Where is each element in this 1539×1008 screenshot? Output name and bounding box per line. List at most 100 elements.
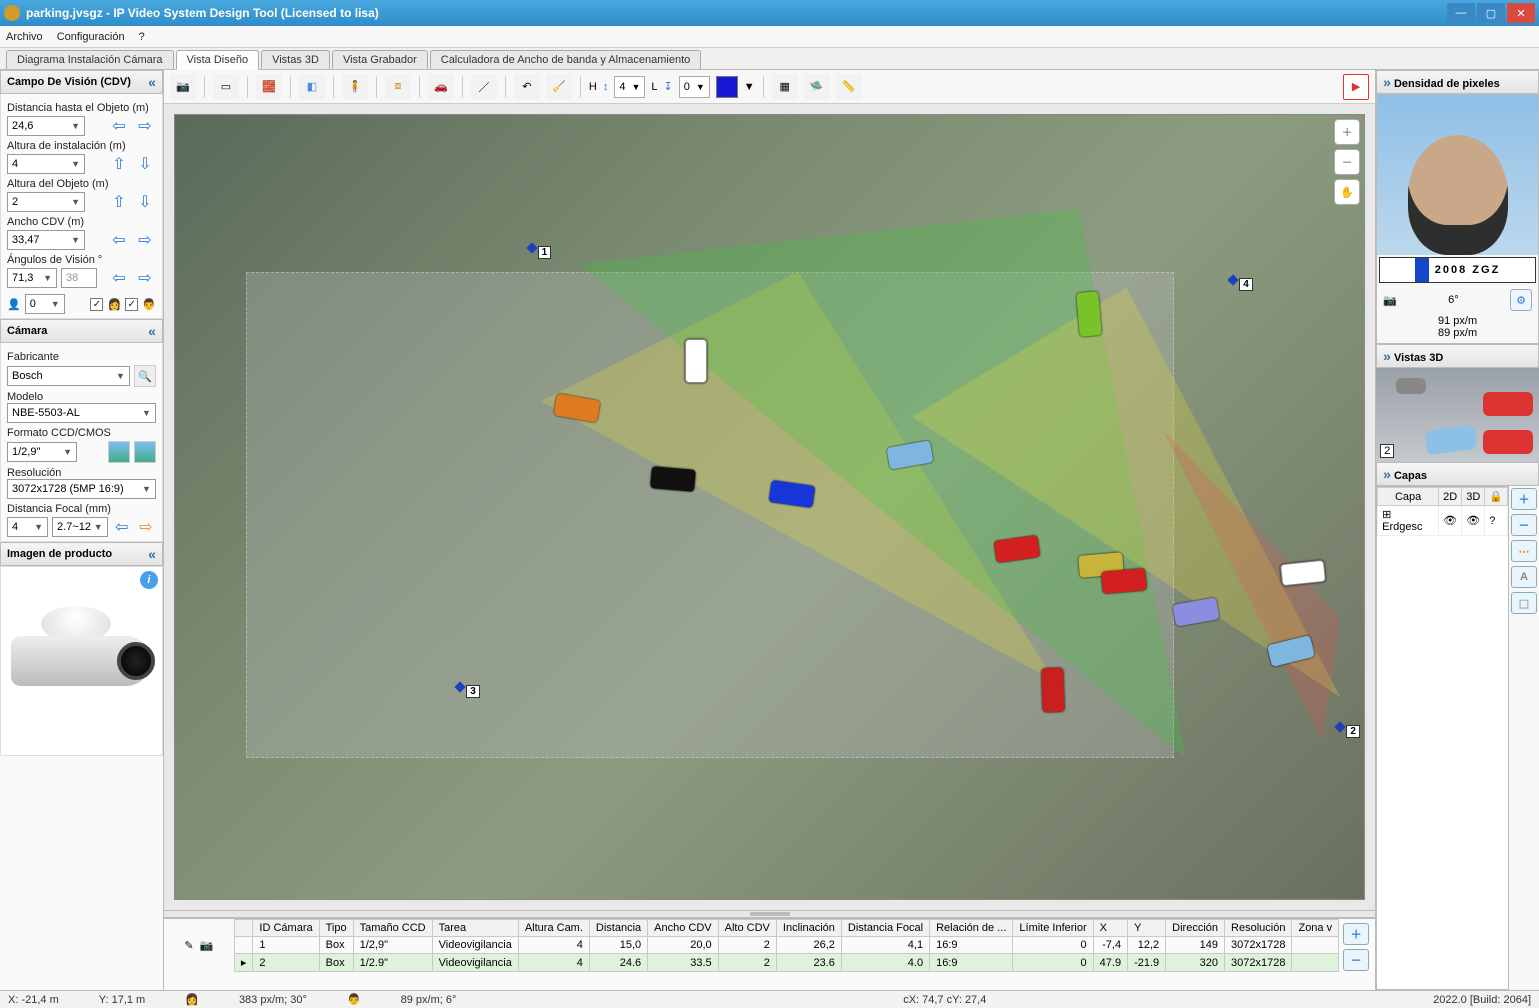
aspect-wide-icon[interactable] <box>108 441 130 463</box>
check-female-icon[interactable]: ✓ <box>90 298 103 311</box>
height-up-icon[interactable]: ⇧ <box>108 154 130 174</box>
views3d-header[interactable]: » Vistas 3D <box>1376 344 1539 368</box>
angle-left-icon[interactable]: ⇦ <box>108 268 130 288</box>
remove-row-button[interactable]: － <box>1343 949 1369 971</box>
eye-2d-icon[interactable]: 👁 <box>1439 506 1462 536</box>
fov-width-input[interactable]: 33,47▼ <box>7 230 85 250</box>
youtube-icon[interactable]: ▶ <box>1343 74 1369 100</box>
layers-header[interactable]: » Capas <box>1376 462 1539 486</box>
table-header[interactable]: Dirección <box>1166 920 1225 937</box>
search-db-icon[interactable]: 🔍 <box>134 365 156 387</box>
focal1-combo[interactable]: 4▼ <box>7 517 48 537</box>
table-row[interactable]: 1Box1/2,9"Videovigilancia415,020,0226,24… <box>234 937 1338 954</box>
zoom-in-icon[interactable]: ＋ <box>1334 119 1360 145</box>
check-male-icon[interactable]: ✓ <box>125 298 138 311</box>
angle2-input[interactable]: 38 <box>61 268 97 288</box>
objh-up-icon[interactable]: ⇧ <box>108 192 130 212</box>
zoom-out-icon[interactable]: － <box>1334 149 1360 175</box>
row-tool-1-icon[interactable]: ✎ <box>184 939 193 952</box>
add-camera-icon[interactable]: 📷 <box>170 74 196 100</box>
camera-label[interactable]: 2 <box>1346 725 1360 738</box>
l-value-combo[interactable]: 0▼ <box>679 76 710 98</box>
layer-text-button[interactable]: A <box>1511 566 1537 588</box>
fov-panel-header[interactable]: Campo De Visión (CDV) « <box>0 70 163 94</box>
camera-table[interactable]: ID CámaraTipoTamaño CCDTareaAltura Cam. D… <box>234 919 1339 972</box>
h-value-combo[interactable]: 4▼ <box>614 76 645 98</box>
width-left-icon[interactable]: ⇦ <box>108 230 130 250</box>
clear-icon[interactable]: 🧹 <box>546 74 572 100</box>
table-header[interactable]: Tipo <box>319 920 353 937</box>
minimize-button[interactable]: — <box>1447 3 1475 23</box>
menu-help[interactable]: ? <box>139 31 145 43</box>
menu-config[interactable]: Configuración <box>57 31 125 43</box>
layer-remove-button[interactable]: － <box>1511 514 1537 536</box>
table-row[interactable]: ▸2Box1/2.9"Videovigilancia424.633.5223.6… <box>234 954 1338 972</box>
table-header[interactable]: Tarea <box>432 920 518 937</box>
table-header[interactable]: Resolución <box>1225 920 1292 937</box>
table-header[interactable]: Inclinación <box>776 920 841 937</box>
objh-down-icon[interactable]: ⇩ <box>134 192 156 212</box>
width-right-icon[interactable]: ⇨ <box>134 230 156 250</box>
distance-left-icon[interactable]: ⇦ <box>108 116 130 136</box>
focal-right-icon[interactable]: ⇨ <box>136 517 156 537</box>
pan-hand-icon[interactable]: ✋ <box>1334 179 1360 205</box>
add-row-button[interactable]: ＋ <box>1343 923 1369 945</box>
tab-install-diagram[interactable]: Diagrama Instalación Cámara <box>6 50 174 69</box>
car-object[interactable] <box>1076 291 1102 337</box>
add-wall-icon[interactable]: 🧱 <box>256 74 282 100</box>
settings-icon[interactable]: ⚙ <box>1510 289 1532 311</box>
table-header[interactable]: X <box>1093 920 1127 937</box>
tab-3d-views[interactable]: Vistas 3D <box>261 50 330 69</box>
resolution-combo[interactable]: 3072x1728 (5MP 16:9)▼ <box>7 479 156 499</box>
menu-file[interactable]: Archivo <box>6 31 43 43</box>
tab-bandwidth-calc[interactable]: Calculadora de Ancho de banda y Almacena… <box>430 50 702 69</box>
aspect-std-icon[interactable] <box>134 441 156 463</box>
table-header[interactable]: Y <box>1128 920 1166 937</box>
layer-more-button[interactable]: ⋯ <box>1511 540 1537 562</box>
distance-right-icon[interactable]: ⇨ <box>134 116 156 136</box>
row-tool-2-icon[interactable]: 📷 <box>200 939 214 952</box>
maker-combo[interactable]: Bosch▼ <box>7 366 130 386</box>
sensor-combo[interactable]: 1/2,9"▼ <box>7 442 77 462</box>
info-icon[interactable]: i <box>140 571 158 589</box>
expand-icon[interactable]: ⊞ <box>1382 509 1391 521</box>
table-header[interactable]: Distancia Focal <box>841 920 929 937</box>
table-header[interactable]: Ancho CDV <box>648 920 718 937</box>
person-count-input[interactable]: 0▼ <box>25 294 65 314</box>
object-height-input[interactable]: 2▼ <box>7 192 85 212</box>
table-header[interactable]: Relación de ... <box>930 920 1013 937</box>
undo-icon[interactable]: ↶ <box>514 74 540 100</box>
camera-label[interactable]: 4 <box>1239 278 1253 291</box>
tab-recorder-view[interactable]: Vista Grabador <box>332 50 428 69</box>
angle-right-icon[interactable]: ⇨ <box>134 268 156 288</box>
measure-icon[interactable]: 📏 <box>836 74 862 100</box>
add-shape-icon[interactable]: ◧ <box>299 74 325 100</box>
product-panel-header[interactable]: Imagen de producto « <box>0 542 163 566</box>
eye-3d-icon[interactable]: 👁 <box>1462 506 1485 536</box>
car-object[interactable] <box>1280 560 1326 586</box>
model-combo[interactable]: NBE-5503-AL▼ <box>7 403 156 423</box>
layer-row[interactable]: ⊞ Erdgesc 👁 👁 ? <box>1378 506 1508 536</box>
add-vehicle-icon[interactable]: 🚗 <box>428 74 454 100</box>
color-arrow-icon[interactable]: ▼ <box>744 81 755 93</box>
grid-icon[interactable]: ▦ <box>772 74 798 100</box>
car-object[interactable] <box>1041 668 1065 713</box>
layer-add-button[interactable]: ＋ <box>1511 488 1537 510</box>
camera-panel-header[interactable]: Cámara « <box>0 319 163 343</box>
table-header[interactable]: ID Cámara <box>253 920 319 937</box>
table-header[interactable]: Altura Cam. <box>518 920 589 937</box>
car-object[interactable] <box>1102 568 1148 594</box>
draw-line-icon[interactable]: ／ <box>471 74 497 100</box>
install-height-input[interactable]: 4▼ <box>7 154 85 174</box>
design-canvas[interactable]: 1234 ＋ － ✋ <box>174 114 1365 900</box>
camera-label[interactable]: 1 <box>538 246 552 259</box>
pixel-density-header[interactable]: » Densidad de pixeles <box>1376 70 1539 94</box>
angle1-input[interactable]: 71,3▼ <box>7 268 57 288</box>
height-down-icon[interactable]: ⇩ <box>134 154 156 174</box>
table-header[interactable]: Tamaño CCD <box>353 920 432 937</box>
add-box-icon[interactable]: ▭ <box>213 74 239 100</box>
maximize-button[interactable]: ▢ <box>1477 3 1505 23</box>
car-object[interactable] <box>685 339 707 383</box>
car-object[interactable] <box>650 466 696 492</box>
views3d-thumbnail[interactable]: 2 <box>1376 368 1539 462</box>
